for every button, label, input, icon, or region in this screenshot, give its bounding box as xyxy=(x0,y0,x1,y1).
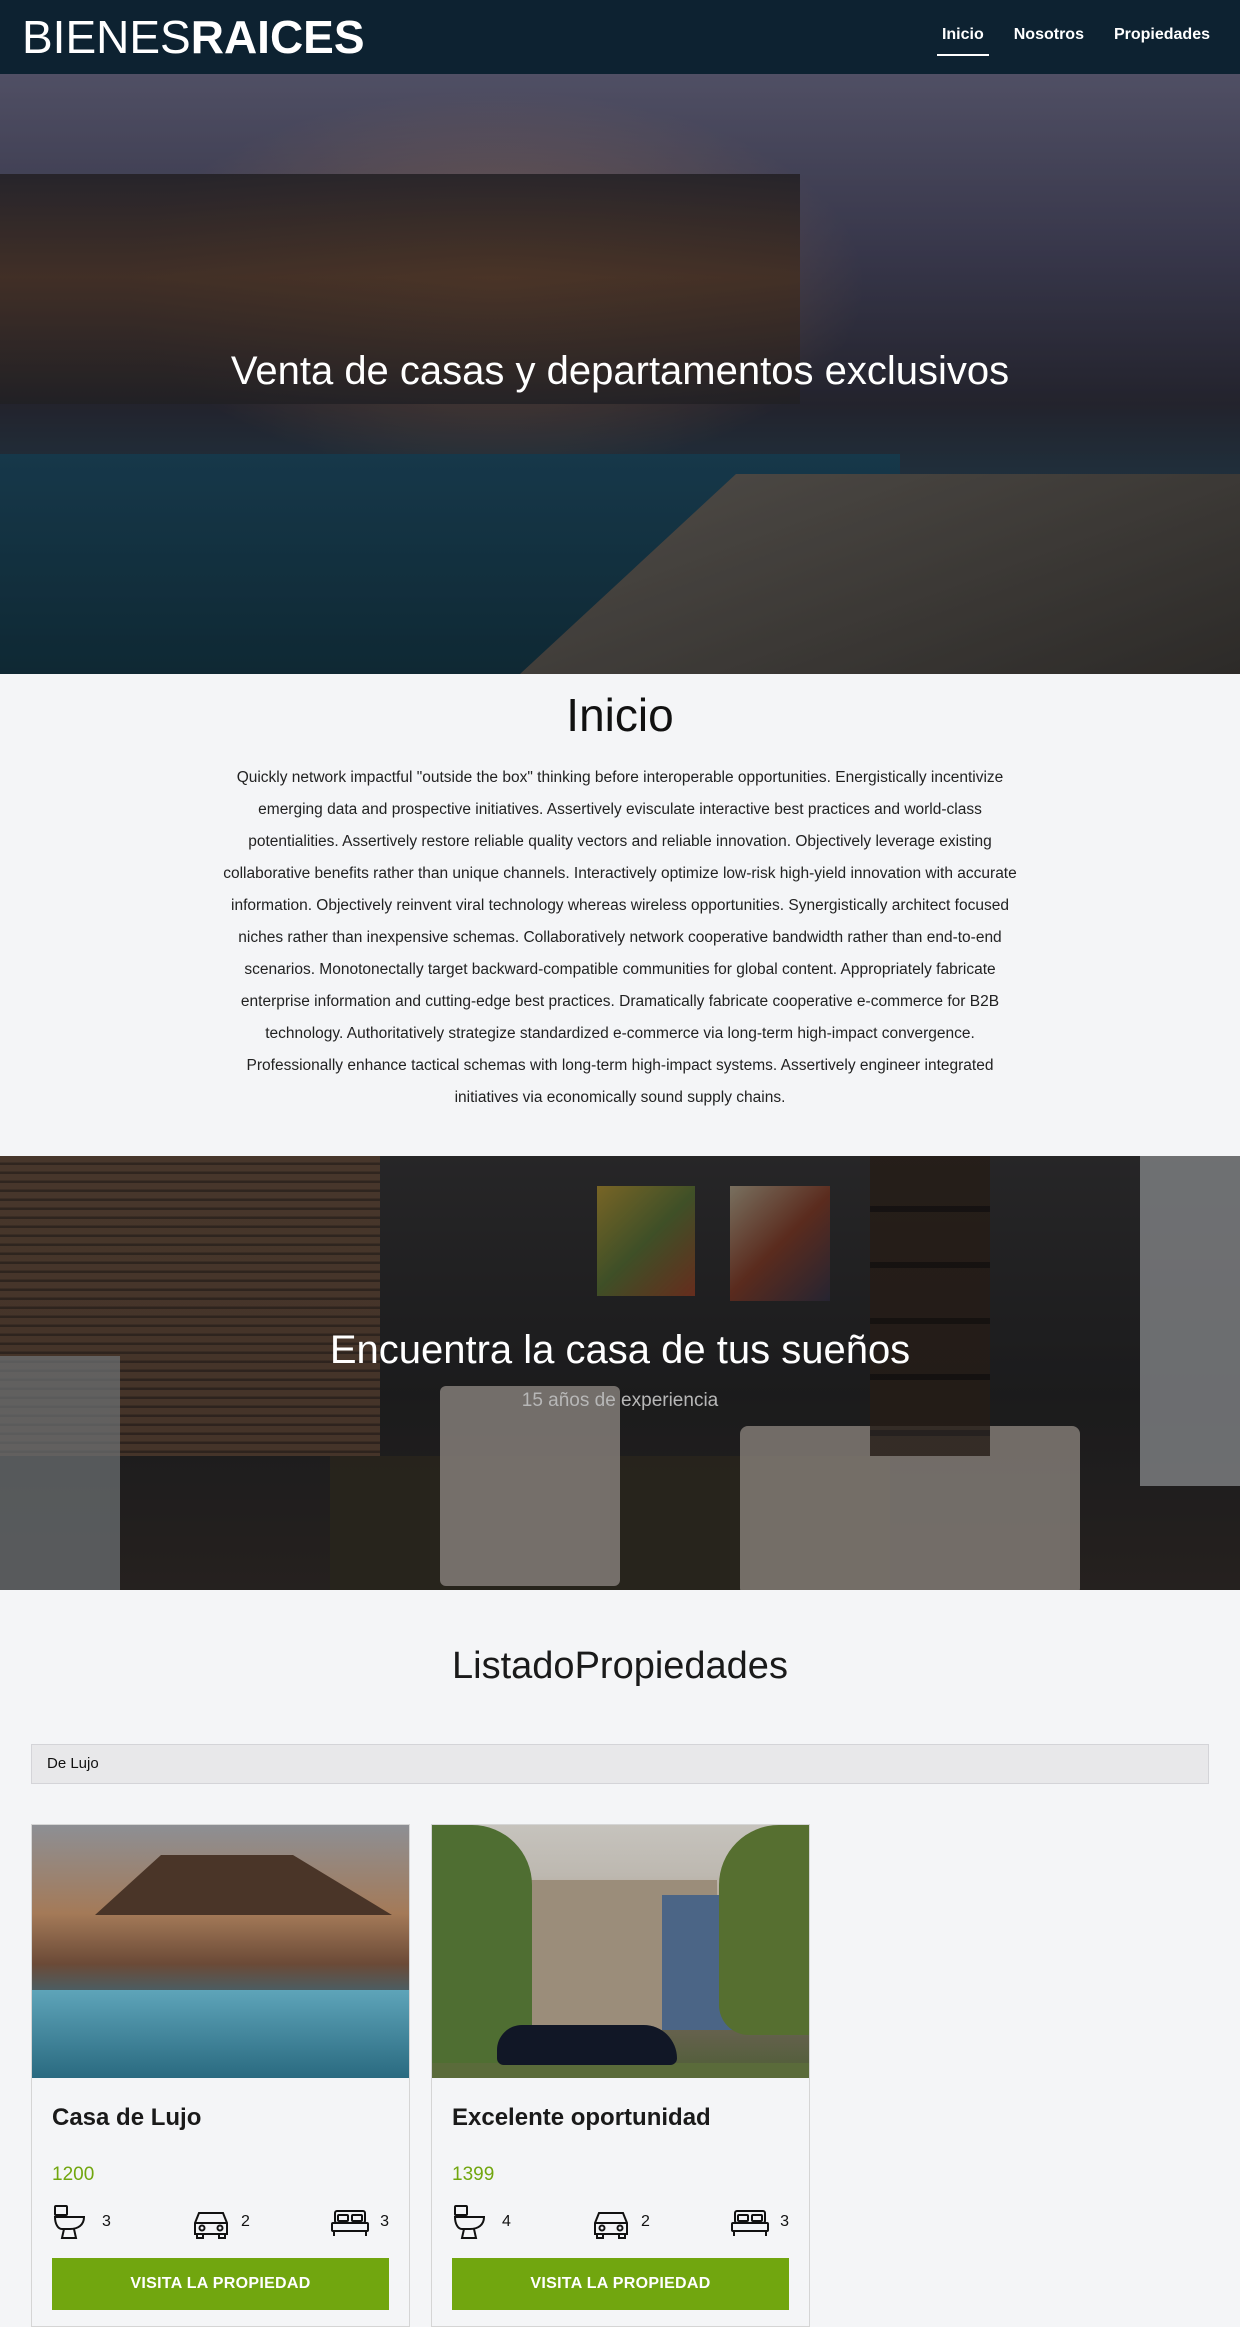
property-features: 4 2 3 xyxy=(452,2202,789,2242)
main-nav: Inicio Nosotros Propiedades xyxy=(936,24,1215,56)
bedrooms-feature: 3 xyxy=(730,2203,789,2241)
property-title: Excelente oportunidad xyxy=(452,2104,711,2131)
inicio-body-text: Quickly network impactful "outside the b… xyxy=(223,769,1017,1106)
nav-item-propiedades[interactable]: Propiedades xyxy=(1109,24,1215,56)
hero-section: Venta de casas y departamentos exclusivo… xyxy=(0,74,1240,674)
property-price: 1200 xyxy=(52,2164,95,2185)
property-image[interactable] xyxy=(32,1825,409,2078)
property-title: Casa de Lujo xyxy=(52,2104,202,2131)
bathrooms-feature: 4 xyxy=(452,2203,511,2241)
car-icon xyxy=(594,2212,629,2239)
parking-feature: 2 xyxy=(191,2203,250,2241)
logo-light-text: BIENES xyxy=(22,11,191,63)
site-header: BIENESRAICES Inicio Nosotros Propiedades xyxy=(0,0,1240,74)
toilet-icon xyxy=(53,2205,86,2239)
visit-property-button[interactable]: VISITA LA PROPIEDAD xyxy=(52,2258,389,2310)
bed-icon xyxy=(331,2210,370,2236)
bedrooms-count: 3 xyxy=(780,2213,789,2230)
property-price: 1399 xyxy=(452,2164,495,2185)
visit-property-button[interactable]: VISITA LA PROPIEDAD xyxy=(452,2258,789,2310)
site-logo[interactable]: BIENESRAICES xyxy=(22,10,365,64)
bedrooms-feature: 3 xyxy=(330,2203,389,2241)
bathrooms-count: 3 xyxy=(102,2213,111,2230)
bedrooms-count: 3 xyxy=(380,2213,389,2230)
car-icon xyxy=(194,2212,229,2239)
property-card: Casa de Lujo 1200 3 2 3 VISITA LA PROPIE… xyxy=(31,1824,410,2327)
parking-feature: 2 xyxy=(591,2203,650,2241)
toilet-icon xyxy=(453,2205,486,2239)
listado-title: ListadoPropiedades xyxy=(452,1645,788,1687)
property-image[interactable] xyxy=(432,1825,809,2078)
bed-icon xyxy=(731,2210,770,2236)
dream-home-banner: Encuentra la casa de tus sueños 15 años … xyxy=(0,1156,1240,1590)
inicio-heading: Inicio xyxy=(566,689,674,741)
nav-item-nosotros[interactable]: Nosotros xyxy=(1009,24,1089,56)
category-filter-select[interactable]: De Lujo xyxy=(31,1744,1209,1784)
hero-title: Venta de casas y departamentos exclusivo… xyxy=(230,349,1010,393)
logo-bold-text: RAICES xyxy=(190,11,365,63)
banner-subtitle: 15 años de experiencia xyxy=(521,1390,719,1411)
banner-title: Encuentra la casa de tus sueños xyxy=(329,1328,911,1372)
parking-count: 2 xyxy=(241,2213,250,2230)
property-card: Excelente oportunidad 1399 4 2 3 VISITA … xyxy=(431,1824,810,2327)
property-features: 3 2 3 xyxy=(52,2202,389,2242)
nav-item-inicio[interactable]: Inicio xyxy=(936,24,989,56)
bathrooms-feature: 3 xyxy=(52,2203,111,2241)
bathrooms-count: 4 xyxy=(502,2213,511,2230)
parking-count: 2 xyxy=(641,2213,650,2230)
inicio-section: Inicio Quickly network impactful "outsid… xyxy=(0,674,1240,1114)
